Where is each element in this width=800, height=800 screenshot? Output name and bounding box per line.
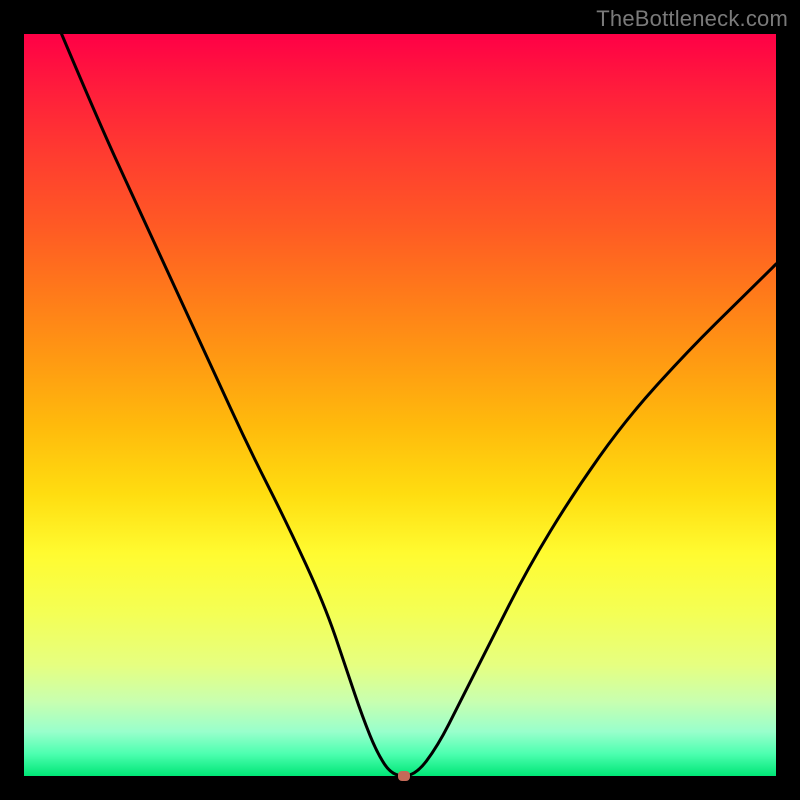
watermark-text: TheBottleneck.com	[596, 6, 788, 32]
minimum-marker	[398, 771, 410, 781]
chart-frame: TheBottleneck.com	[0, 0, 800, 800]
plot-background-gradient	[24, 34, 776, 776]
